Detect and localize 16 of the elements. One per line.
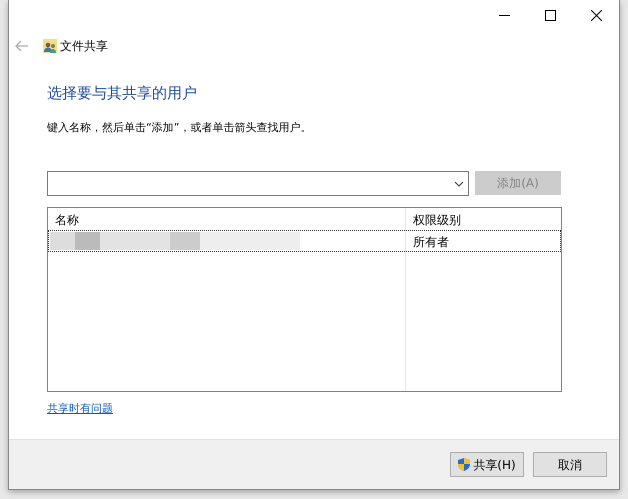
maximize-icon <box>544 10 556 20</box>
shield-icon <box>458 458 470 471</box>
instruction-text: 键入名称，然后单击“添加”，或者单击箭头查找用户。 <box>47 120 312 136</box>
minimize-icon <box>498 14 510 16</box>
cancel-button[interactable]: 取消 <box>533 452 607 477</box>
column-header[interactable]: 名称 <box>48 208 405 230</box>
users-icon <box>43 39 57 53</box>
heading: 选择要与其共享的用户 <box>47 83 198 104</box>
table-cell: 所有者 <box>405 230 561 254</box>
user-combo-box[interactable] <box>47 171 469 196</box>
window-title: 文件共享 <box>60 38 108 55</box>
help-link[interactable]: 共享时有问题 <box>47 401 113 418</box>
table-row[interactable]: 所有者 <box>48 230 561 252</box>
close-icon <box>590 10 602 20</box>
share-button[interactable]: 共享(H) <box>450 452 524 477</box>
column-header[interactable]: 权限级别 <box>405 208 561 230</box>
